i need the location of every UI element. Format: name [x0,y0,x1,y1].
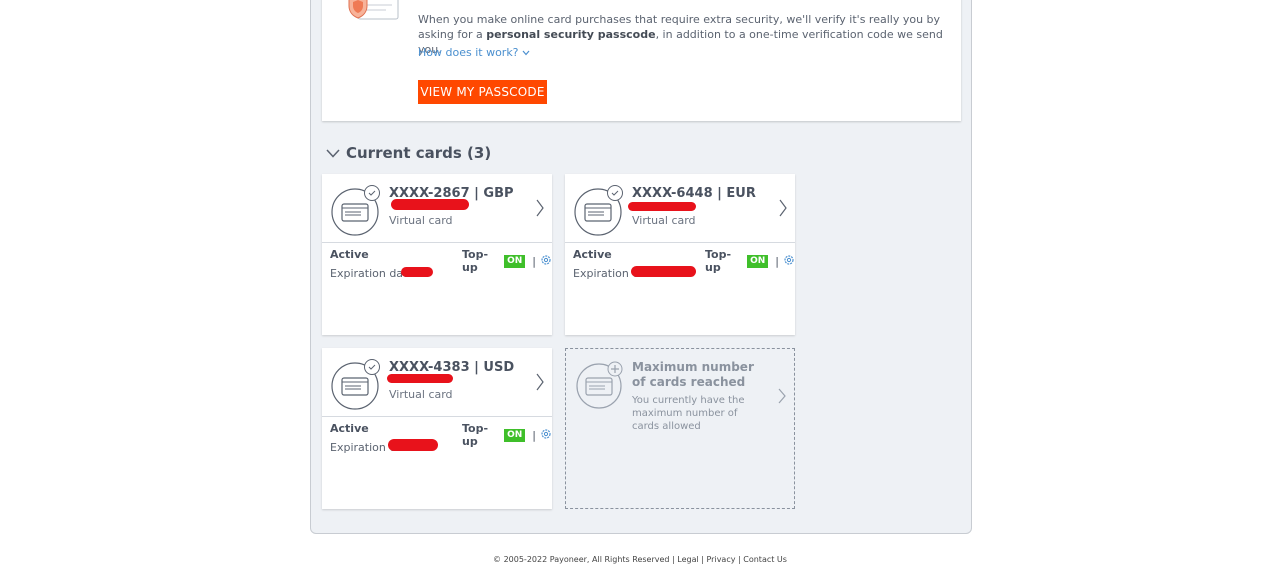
privacy-link[interactable]: Privacy [707,555,736,564]
card-icon [331,185,383,237]
topup-on-badge[interactable]: ON [504,254,526,268]
topup-label: Top-up [462,422,489,448]
gear-icon[interactable] [540,428,552,443]
security-passcode-panel: When you make online card purchases that… [322,0,961,121]
gear-icon[interactable] [783,254,795,269]
topup-control: Top-up ON | [705,248,795,274]
topup-on-badge[interactable]: ON [747,254,769,268]
redacted-date [631,266,696,277]
card-type: Virtual card [632,214,696,227]
chevron-down-icon [522,46,530,59]
topup-label: Top-up [462,248,489,274]
copyright: © 2005-2022 Payoneer, All Rights Reserve… [493,555,670,564]
separator: | [532,254,536,268]
card-number: XXXX-4383 | USD [389,360,515,375]
redacted-date [388,439,438,451]
card-status: Active [330,248,369,261]
card-header[interactable]: XXXX-4383 | USD Virtual card [322,348,552,417]
how-link-label[interactable]: How does it work? [418,46,519,59]
max-cards-title: Maximum number of cards reached [632,360,754,389]
card-header[interactable]: XXXX-2867 | GBP Virtual card [322,174,552,243]
legal-link[interactable]: Legal [677,555,698,564]
max-cards-description: You currently have the maximum number of… [632,395,745,432]
card-type: Virtual card [389,214,453,227]
max-cards-reached-tile[interactable]: Maximum number of cards reached You curr… [565,348,795,509]
view-passcode-button[interactable]: VIEW MY PASSCODE [418,80,547,104]
card-usd: XXXX-4383 | USD Virtual card Active Top-… [322,348,552,509]
redacted-name [387,374,453,383]
chevron-right-icon [779,199,787,222]
topup-label: Top-up [705,248,732,274]
chevron-right-icon [536,199,544,222]
topup-control: Top-up ON | [462,248,552,274]
card-gbp: XXXX-2867 | GBP Virtual card Active Top-… [322,174,552,335]
contact-link[interactable]: Contact Us [743,555,787,564]
footer-separator: | [698,555,707,564]
redacted-name [391,199,469,210]
card-number: XXXX-6448 | EUR [632,186,756,201]
separator: | [775,254,779,268]
main-panel: When you make online card purchases that… [310,0,972,534]
chevron-right-icon [778,388,786,409]
how-does-it-work-link[interactable]: How does it work? [418,46,530,59]
chevron-down-icon [326,148,340,158]
topup-on-badge[interactable]: ON [504,428,526,442]
card-icon [574,185,626,237]
redacted-name [628,202,696,211]
current-cards-title: Current cards (3) [346,144,492,162]
card-eur: XXXX-6448 | EUR Virtual card Active Top-… [565,174,795,335]
card-header[interactable]: XXXX-6448 | EUR Virtual card [565,174,795,243]
topup-control: Top-up ON | [462,422,552,448]
card-status: Active [573,248,612,261]
current-cards-toggle[interactable]: Current cards (3) [326,144,491,162]
footer: © 2005-2022 Payoneer, All Rights Reserve… [0,555,1280,564]
card-status: Active [330,422,369,435]
card-type: Virtual card [389,388,453,401]
redacted-date [401,267,433,277]
plus-card-icon [576,361,624,409]
card-icon [331,359,383,411]
gear-icon[interactable] [540,254,552,269]
shield-card-icon [342,0,402,31]
chevron-right-icon [536,373,544,396]
separator: | [532,428,536,442]
